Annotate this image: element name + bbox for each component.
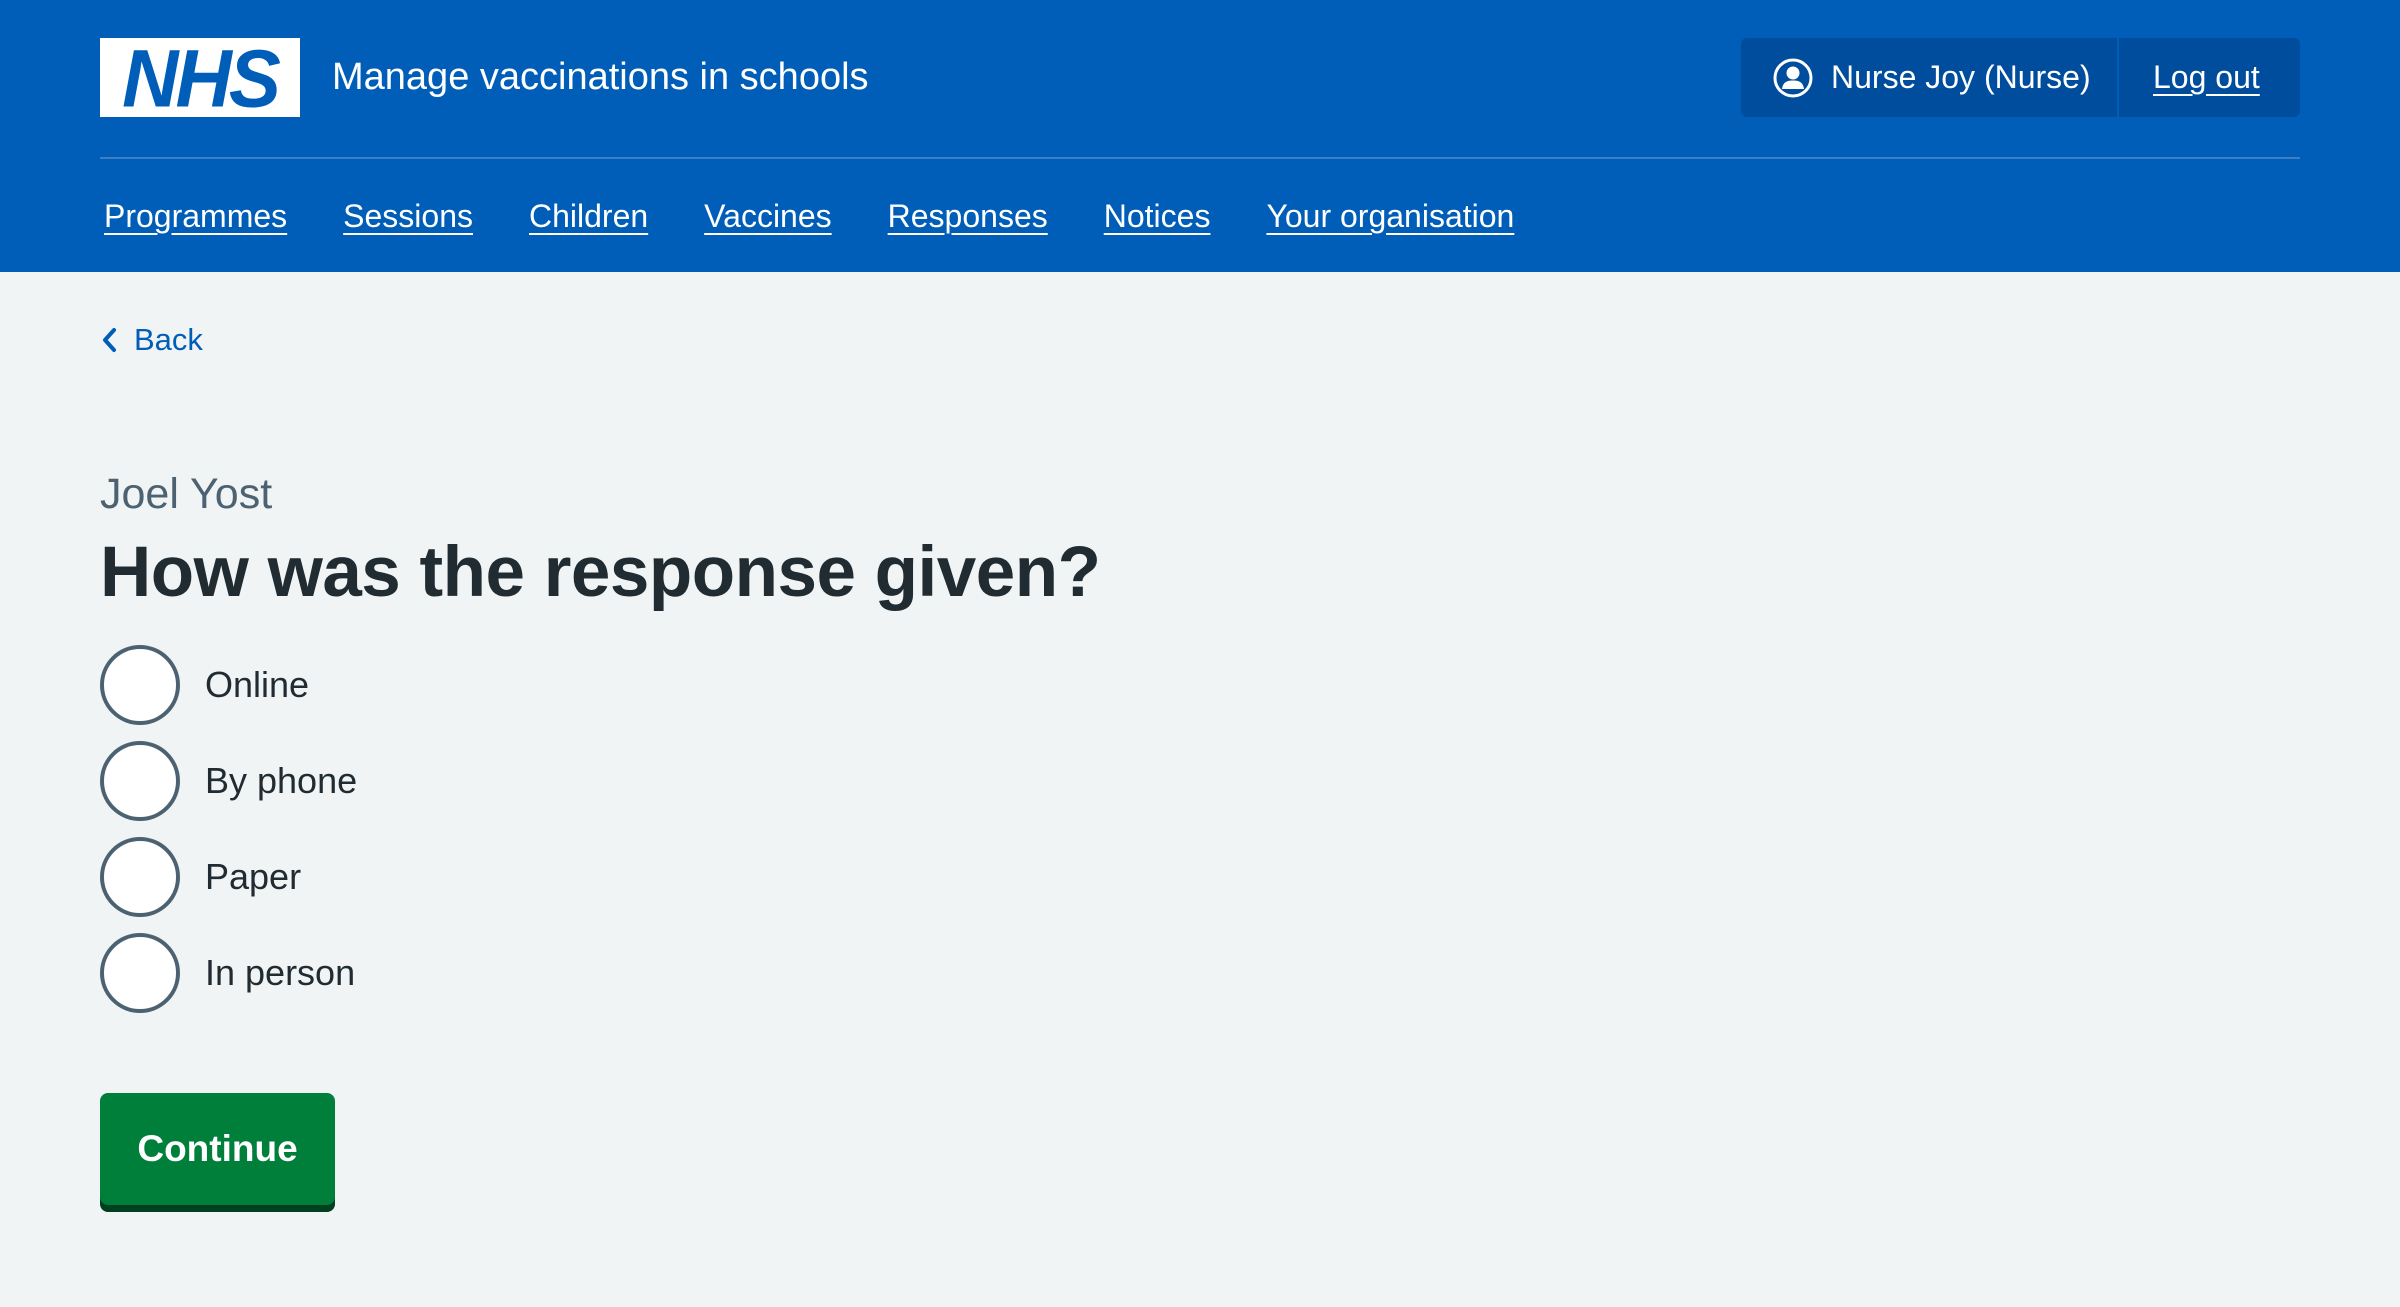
nav-item-children[interactable]: Children [529, 196, 648, 236]
back-link[interactable]: Back [100, 322, 203, 358]
radio-label[interactable]: In person [205, 952, 355, 994]
nhs-logo[interactable]: NHS [100, 31, 300, 124]
account-user: Nurse Joy (Nurse) [1741, 38, 2119, 117]
chevron-left-icon [103, 328, 116, 352]
nav-item-programmes[interactable]: Programmes [104, 196, 287, 236]
user-name: Nurse Joy (Nurse) [1831, 59, 2091, 95]
radio-option-in-person[interactable]: In person [100, 933, 357, 1013]
back-link-label: Back [134, 322, 203, 357]
site-header: NHS Manage vaccinations in schools Nurse… [0, 0, 2400, 272]
service-name-link[interactable]: Manage vaccinations in schools [332, 52, 869, 102]
nav-item-notices[interactable]: Notices [1104, 196, 1211, 236]
radio-option-online[interactable]: Online [100, 645, 357, 725]
radio-option-paper[interactable]: Paper [100, 837, 357, 917]
user-circle-icon [1773, 58, 1813, 97]
radio-button[interactable] [100, 837, 180, 917]
radio-button[interactable] [100, 933, 180, 1013]
nav-item-responses[interactable]: Responses [888, 196, 1048, 236]
radio-option-by-phone[interactable]: By phone [100, 741, 357, 821]
radio-label[interactable]: By phone [205, 760, 357, 802]
primary-navigation: Programmes Sessions Children Vaccines Re… [104, 196, 1570, 236]
nav-item-vaccines[interactable]: Vaccines [704, 196, 831, 236]
nav-item-your-organisation[interactable]: Your organisation [1266, 196, 1514, 236]
header-divider [100, 157, 2300, 159]
logout-link[interactable]: Log out [2153, 59, 2260, 96]
patient-name-caption: Joel Yost [100, 470, 273, 518]
response-method-radios: Online By phone Paper In person [100, 645, 357, 1029]
account-logout: Log out [2119, 38, 2260, 117]
nav-item-sessions[interactable]: Sessions [343, 196, 473, 236]
radio-label[interactable]: Online [205, 664, 309, 706]
radio-label[interactable]: Paper [205, 856, 301, 898]
page-title: How was the response given? [100, 533, 1101, 612]
radio-button[interactable] [100, 645, 180, 725]
continue-button[interactable]: Continue [100, 1093, 335, 1205]
radio-button[interactable] [100, 741, 180, 821]
nhs-logo-text: NHS [122, 31, 281, 124]
account-panel: Nurse Joy (Nurse) Log out [1741, 38, 2300, 117]
